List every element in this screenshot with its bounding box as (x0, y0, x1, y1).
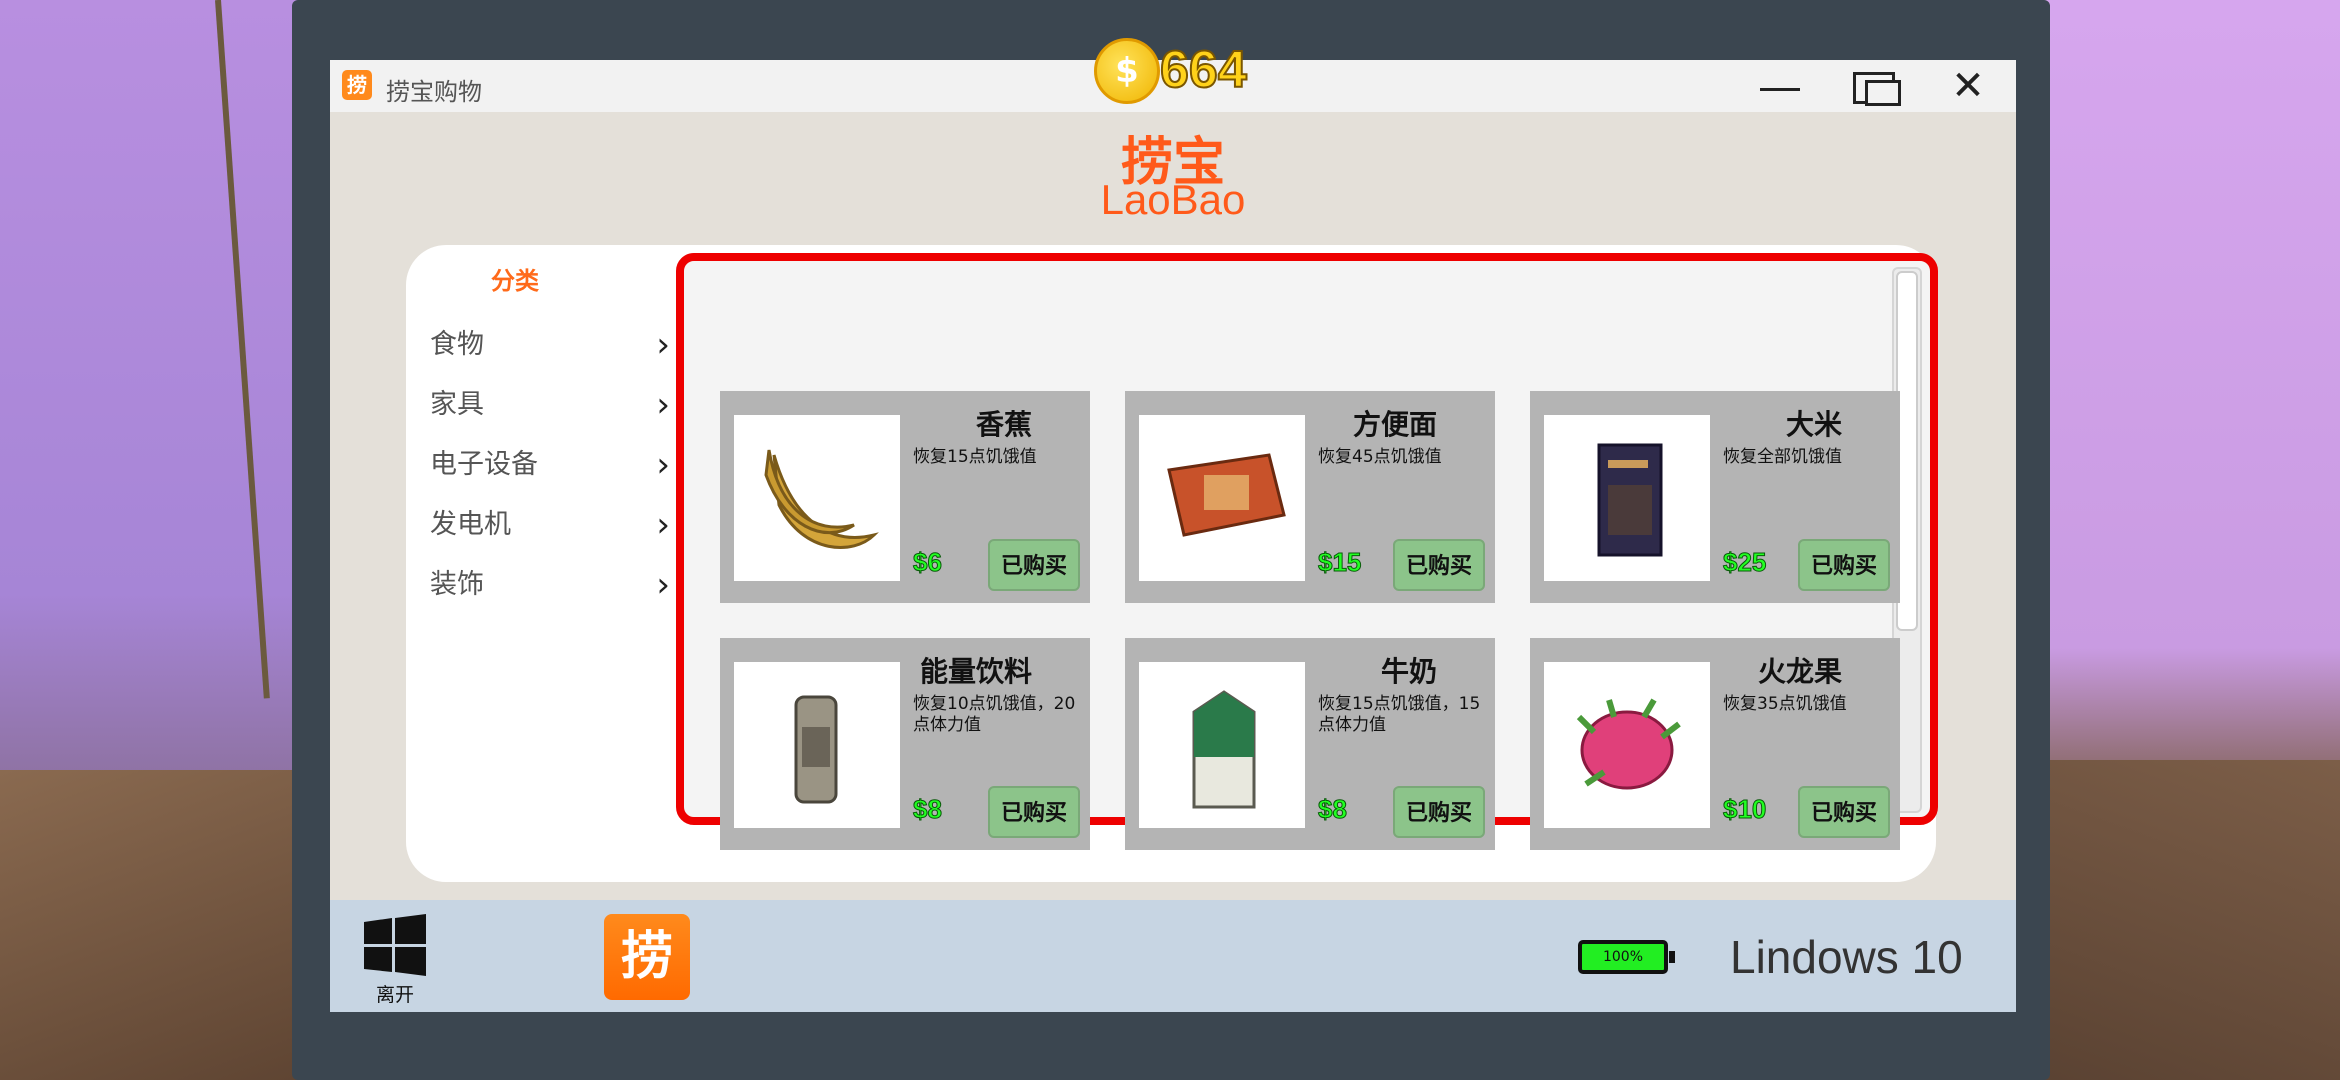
os-name: Lindows 10 (1730, 931, 1963, 983)
start-label: 离开 (375, 984, 414, 1006)
start-button[interactable]: 离开 (360, 914, 430, 1006)
purchased-button[interactable]: 已购买 (988, 539, 1080, 591)
product-grid: 香蕉 恢复15点饥饿值 $6 已购买 方便面 恢复45点饥饿值 $15 已购买 … (676, 253, 1938, 850)
window-title: 捞宝购物 (386, 78, 482, 106)
windows-icon (364, 914, 426, 976)
banana-image (734, 415, 900, 581)
category-label: 装饰 (430, 569, 484, 600)
product-price: $8 (913, 794, 943, 825)
instant-noodles-image (1139, 415, 1305, 581)
purchased-button[interactable]: 已购买 (1393, 539, 1485, 591)
close-button[interactable]: ✕ (1938, 66, 1998, 106)
brand-title-en: LaoBao (1100, 176, 1246, 223)
product-card: 能量饮料 恢复10点饥饿值，20点体力值 $8 已购买 (720, 638, 1090, 850)
category-item-decoration[interactable]: 装饰 › (430, 555, 670, 615)
product-card: 香蕉 恢复15点饥饿值 $6 已购买 (720, 391, 1090, 603)
category-item-food[interactable]: 食物 › (430, 315, 670, 375)
product-desc: 恢复15点饥饿值 (913, 447, 1037, 467)
laobao-app-icon: 捞 (342, 70, 372, 100)
purchased-button[interactable]: 已购买 (1798, 539, 1890, 591)
product-desc: 恢复全部饥饿值 (1723, 447, 1842, 467)
product-card: 大米 恢复全部饥饿值 $25 已购买 (1530, 391, 1900, 603)
coin-value: 664 (1159, 40, 1248, 100)
product-desc: 恢复45点饥饿值 (1318, 447, 1442, 467)
laobao-taskbar-icon[interactable]: 捞 (604, 914, 690, 1000)
purchased-button[interactable]: 已购买 (1798, 786, 1890, 838)
maximize-button[interactable] (1845, 66, 1905, 106)
product-name: 能量饮料 (919, 655, 1032, 688)
product-name: 香蕉 (975, 408, 1032, 441)
floor-left (0, 770, 320, 1080)
taskbar: 离开 捞 100% Lindows 10 (330, 900, 2016, 1012)
category-label: 发电机 (430, 509, 511, 540)
product-card: 火龙果 恢复35点饥饿值 $10 已购买 (1530, 638, 1900, 850)
chevron-right-icon: › (656, 325, 670, 365)
minimize-button[interactable] (1750, 66, 1810, 106)
battery-level: 100% (1602, 949, 1644, 965)
category-item-generator[interactable]: 发电机 › (430, 495, 670, 555)
category-header: 分类 (491, 267, 539, 295)
product-price: $15 (1317, 547, 1362, 578)
product-card: 方便面 恢复45点饥饿值 $15 已购买 (1125, 391, 1495, 603)
product-name: 方便面 (1352, 408, 1437, 441)
product-desc: 恢复10点饥饿值，20点体力值 (913, 694, 1076, 735)
category-list: 食物 › 家具 › 电子设备 › 发电机 › 装饰 › (430, 315, 670, 615)
chevron-right-icon: › (656, 565, 670, 605)
chevron-right-icon: › (656, 505, 670, 545)
coin-icon: $ (1094, 38, 1160, 104)
purchased-button[interactable]: 已购买 (1393, 786, 1485, 838)
category-label: 食物 (430, 329, 484, 360)
battery-icon: 100% (1578, 940, 1675, 974)
category-label: 电子设备 (430, 449, 538, 480)
chevron-right-icon: › (656, 445, 670, 485)
category-label: 家具 (430, 389, 484, 420)
energy-drink-image (734, 662, 900, 828)
purchased-button[interactable]: 已购买 (988, 786, 1080, 838)
milk-carton-image (1139, 662, 1305, 828)
product-price: $10 (1722, 794, 1767, 825)
category-item-furniture[interactable]: 家具 › (430, 375, 670, 435)
product-desc: 恢复35点饥饿值 (1723, 694, 1847, 714)
category-item-electronics[interactable]: 电子设备 › (430, 435, 670, 495)
product-price: $25 (1722, 547, 1767, 578)
rice-bag-image (1544, 415, 1710, 581)
product-price: $8 (1318, 794, 1348, 825)
product-name: 牛奶 (1380, 655, 1437, 688)
floor-right (2020, 760, 2340, 1080)
chevron-right-icon: › (656, 385, 670, 425)
product-name: 火龙果 (1757, 655, 1842, 688)
product-price: $6 (913, 547, 943, 578)
product-card: 牛奶 恢复15点饥饿值，15点体力值 $8 已购买 (1125, 638, 1495, 850)
product-name: 大米 (1785, 408, 1842, 441)
product-desc: 恢复15点饥饿值，15点体力值 (1318, 694, 1481, 735)
dragon-fruit-image (1544, 662, 1710, 828)
